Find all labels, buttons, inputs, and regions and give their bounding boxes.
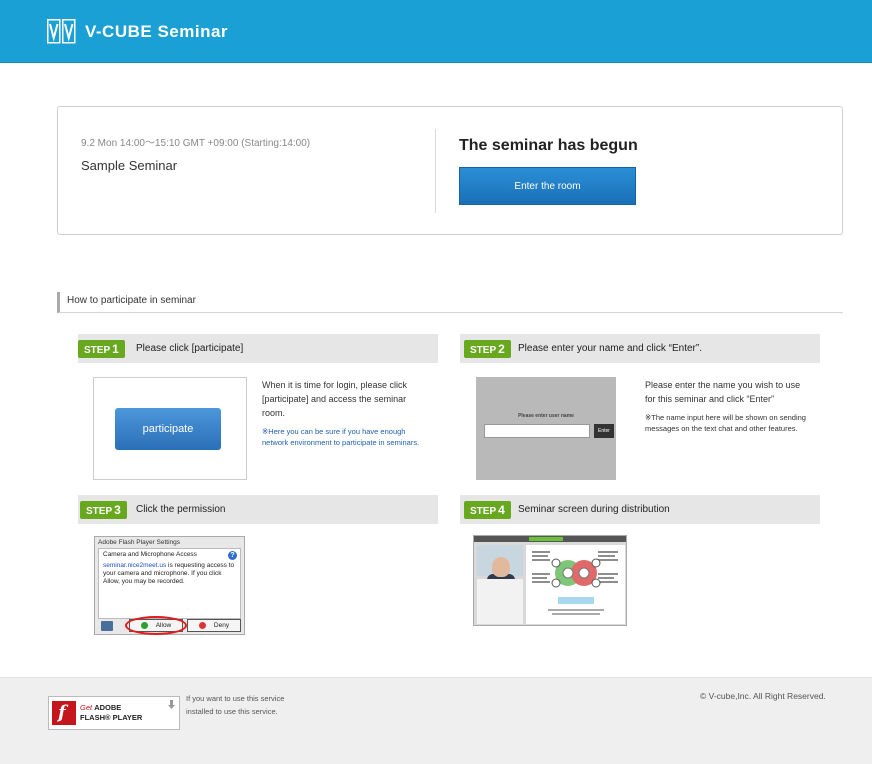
participant-list [477, 579, 523, 624]
flash-player-label: FLASH® PLAYER [80, 713, 143, 722]
section-heading: How to participate in seminar [57, 292, 843, 313]
participate-button[interactable]: participate [115, 408, 221, 450]
flash-get-label: Get ADOBE [80, 703, 122, 712]
step-2-header: STEP 2 Please enter your name and click “… [460, 334, 820, 363]
step-1-title: Please click [participate] [136, 343, 244, 354]
seminar-time: 9.2 Mon 14:00〜15:10 GMT +09:00 (Starting… [81, 138, 311, 149]
step-2-note: ※The name input here will be shown on se… [645, 413, 806, 433]
seminar-title: Sample Seminar [81, 158, 178, 173]
step-2-description: Please enter the name you wish to use fo… [645, 378, 813, 434]
no-icon [198, 622, 206, 629]
flash-note-line-2: installed to use this service. [186, 707, 278, 716]
brand-name: V-CUBE Seminar [85, 22, 229, 41]
step-3-image: Adobe Flash Player Settings Camera and M… [94, 536, 245, 635]
get-flash-player-badge[interactable]: f Get ADOBE FLASH® PLAYER [48, 696, 180, 730]
flash-dialog-body: Camera and Microphone Access ? seminar.n… [98, 548, 241, 619]
seminar-card: 9.2 Mon 14:00〜15:10 GMT +09:00 (Starting… [57, 106, 843, 235]
highlight-circle [125, 616, 187, 635]
step-3-badge: STEP 3 [80, 501, 127, 519]
step-3-title: Click the permission [136, 504, 226, 515]
step-2-badge: STEP 2 [464, 340, 511, 358]
flash-domain-link: seminar.nice2meet.us [103, 562, 167, 569]
name-input-mock [484, 424, 590, 438]
flash-dialog-title: Adobe Flash Player Settings [98, 539, 181, 546]
step-4-badge: STEP 4 [464, 501, 511, 519]
step-1-desc-text: When it is time for login, please click … [262, 380, 408, 418]
logo[interactable]: V-CUBE Seminar [47, 18, 228, 46]
flash-note-line-1: If you want to use this service [186, 694, 285, 703]
copyright: © V-cube,Inc. All Right Reserved. [700, 691, 826, 701]
vcube-logo-icon [47, 19, 77, 45]
enter-room-button[interactable]: Enter the room [459, 167, 636, 205]
download-arrow-icon [168, 700, 175, 709]
shared-document [526, 545, 625, 624]
camera-icon [101, 621, 113, 631]
flash-logo-icon: f [52, 701, 76, 725]
flash-dialog-message: seminar.nice2meet.us is requesting acces… [103, 562, 239, 586]
seminar-status: The seminar has begun [459, 137, 638, 154]
deny-button-mock: Deny [187, 619, 241, 632]
enter-button-mock: Enter [594, 424, 614, 438]
header-bar: V-CUBE Seminar [0, 0, 872, 63]
presenter-video [477, 545, 523, 585]
step-3-header: STEP 3 Click the permission [78, 495, 438, 524]
step-4-header: STEP 4 Seminar screen during distribution [460, 495, 820, 524]
step-1-badge: STEP 1 [78, 340, 125, 358]
help-icon: ? [228, 551, 237, 560]
step-2-desc-text: Please enter the name you wish to use fo… [645, 380, 801, 404]
step-4-title: Seminar screen during distribution [518, 504, 670, 515]
step-2-title: Please enter your name and click “Enter”… [518, 343, 702, 354]
flash-note: If you want to use this service installe… [186, 692, 284, 718]
step-4-image [473, 535, 627, 626]
step-1-image: participate [93, 377, 247, 480]
step-1-description: When it is time for login, please click … [262, 378, 428, 448]
name-prompt-label: Please enter user name [518, 413, 574, 419]
screen-topbar [474, 536, 626, 542]
divider [435, 129, 436, 213]
footer: f Get ADOBE FLASH® PLAYER If you want to… [0, 677, 872, 764]
step-2-image: Please enter user name Enter [476, 377, 616, 480]
step-1-header: STEP 1 Please click [participate] [78, 334, 438, 363]
section-title: How to participate in seminar [67, 295, 196, 306]
flash-dialog-caption: Camera and Microphone Access [103, 551, 197, 558]
step-1-note: ※Here you can be sure if you have enough… [262, 427, 420, 447]
